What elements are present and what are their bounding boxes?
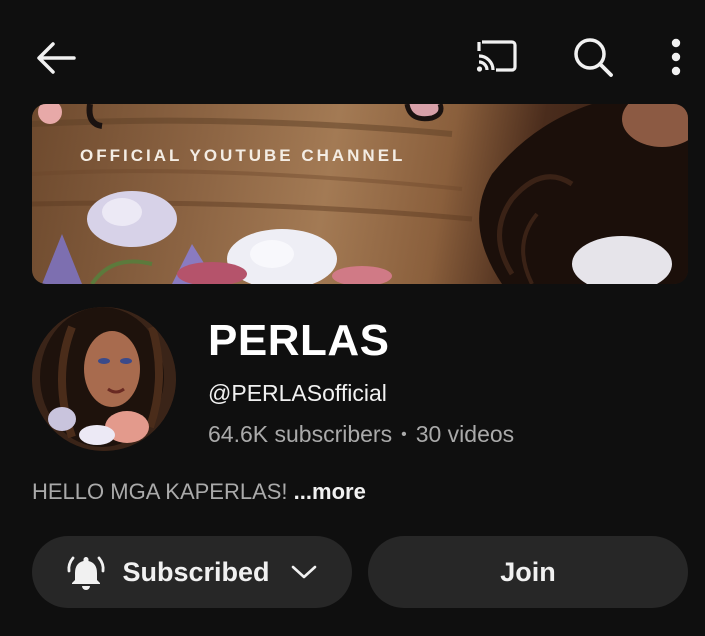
channel-avatar[interactable] <box>32 307 176 451</box>
back-button[interactable] <box>30 36 82 80</box>
subscriber-count: 64.6K subscribers <box>208 421 393 447</box>
search-button[interactable] <box>568 32 618 82</box>
join-label: Join <box>500 556 556 587</box>
channel-stats: 64.6K subscribers • 30 videos <box>208 421 514 448</box>
chevron-down-icon <box>290 563 318 581</box>
subscribed-button[interactable]: Subscribed <box>32 536 352 608</box>
cast-button[interactable] <box>470 34 522 78</box>
separator-dot: • <box>401 425 407 443</box>
channel-banner: OFFICIAL YOUTUBE CHANNEL <box>32 104 688 284</box>
banner-text: OFFICIAL YOUTUBE CHANNEL <box>80 146 406 165</box>
search-icon <box>574 38 613 77</box>
channel-name: PERLAS <box>208 316 390 365</box>
cast-icon <box>476 40 517 72</box>
top-app-bar <box>0 0 705 104</box>
arrow-left-icon <box>37 42 76 74</box>
description-text: HELLO MGA KAPERLAS! <box>32 479 288 504</box>
channel-description[interactable]: HELLO MGA KAPERLAS! ...more <box>32 479 366 505</box>
description-more-link[interactable]: ...more <box>294 479 366 504</box>
more-vertical-icon <box>671 38 681 76</box>
subscribed-label: Subscribed <box>122 556 270 587</box>
banner-artwork <box>32 104 688 284</box>
avatar-image <box>32 307 176 451</box>
more-options-button[interactable] <box>660 34 692 80</box>
bell-icon <box>66 552 106 592</box>
join-button[interactable]: Join <box>368 536 688 608</box>
video-count: 30 videos <box>415 421 515 447</box>
channel-handle: @PERLASofficial <box>208 380 387 406</box>
